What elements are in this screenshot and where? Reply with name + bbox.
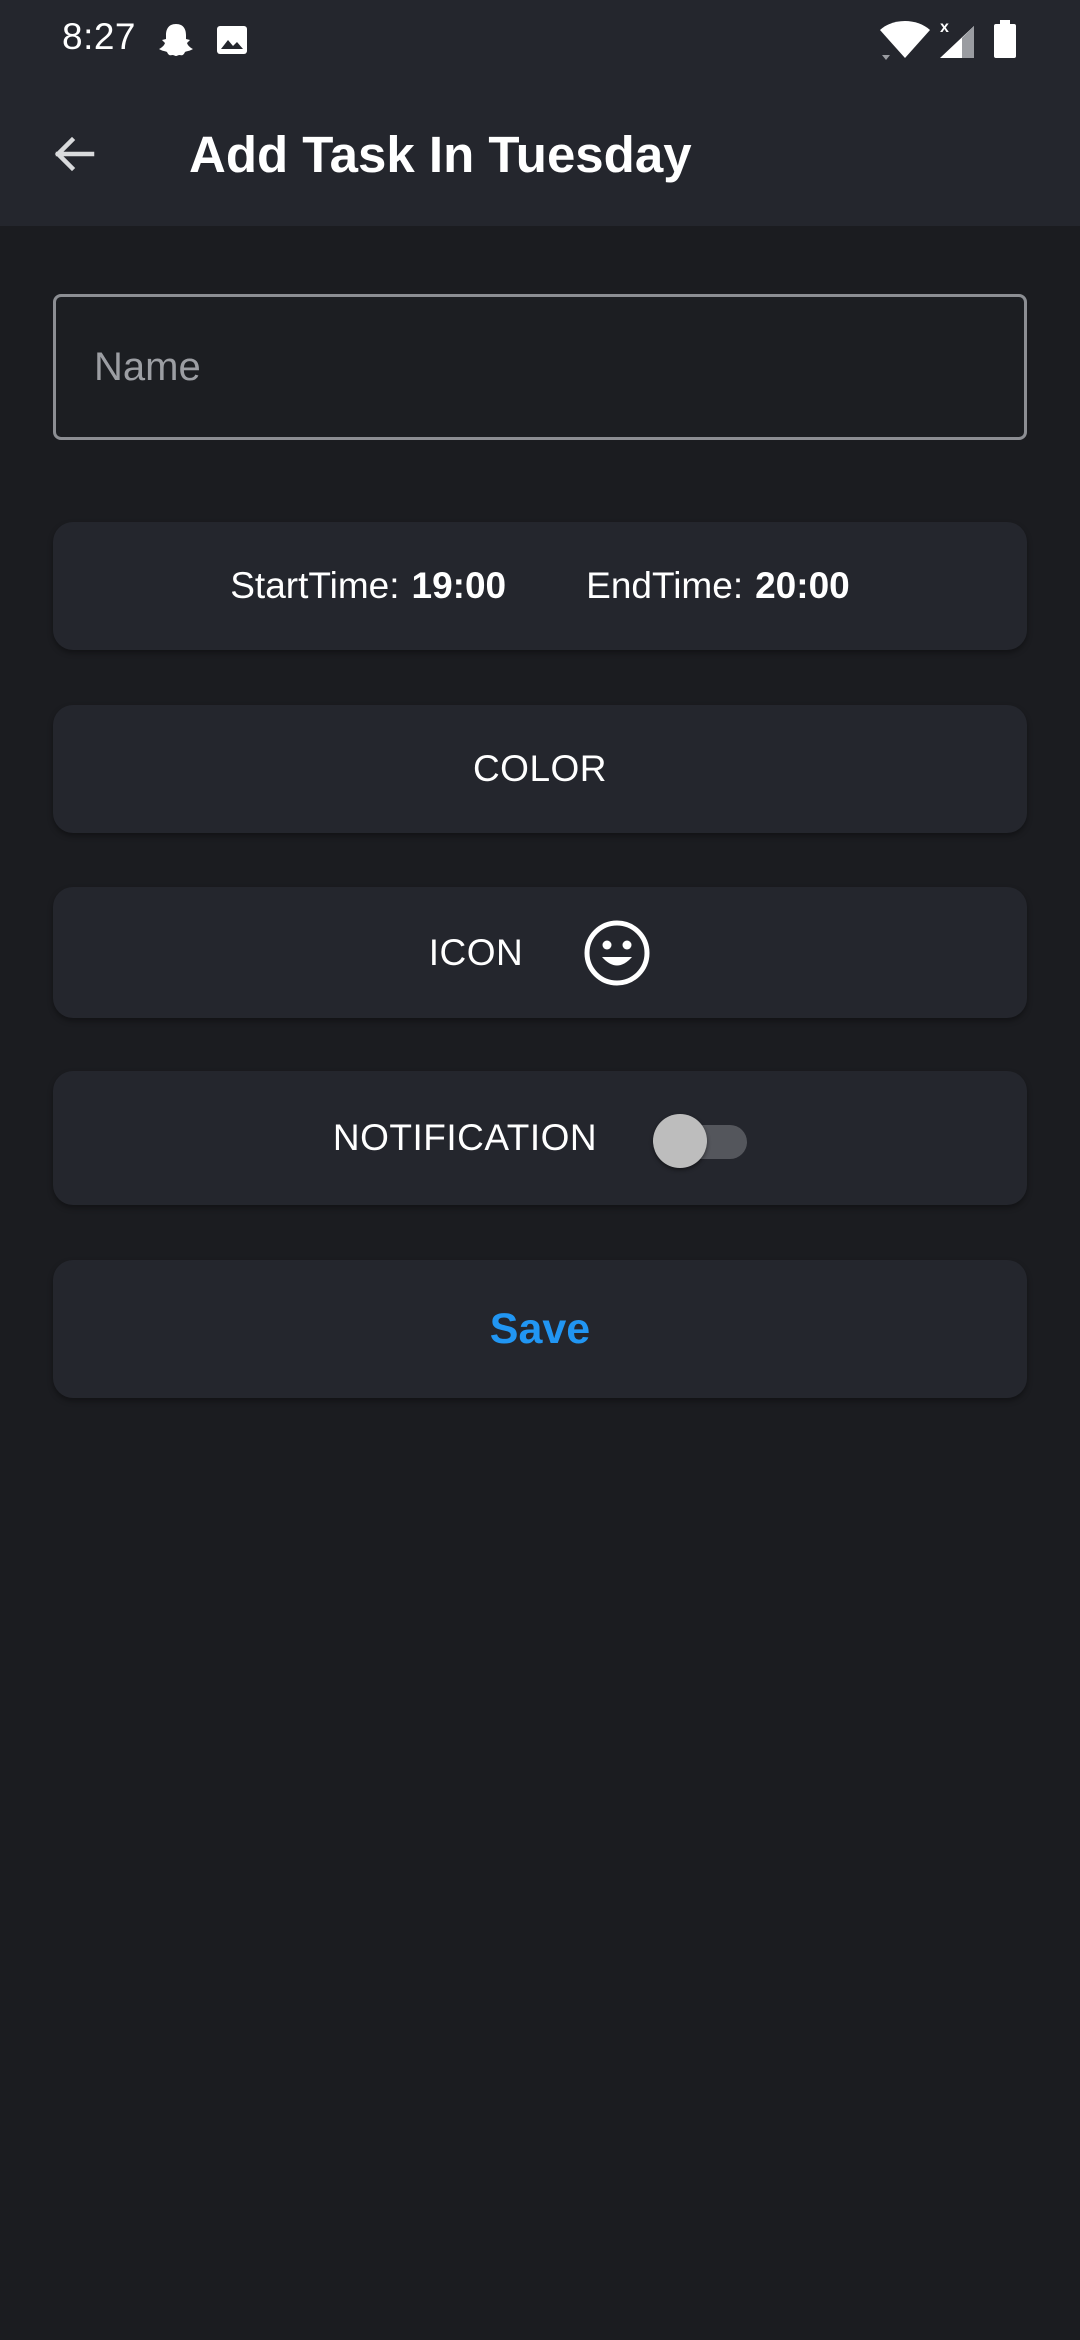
- notification-row: NOTIFICATION: [53, 1071, 1027, 1205]
- save-button-label: Save: [489, 1304, 591, 1353]
- notification-toggle[interactable]: [653, 1110, 748, 1168]
- app-bar: Add Task In Tuesday: [0, 80, 1080, 226]
- snapchat-ghost-icon: [156, 20, 196, 60]
- name-input[interactable]: [53, 294, 1027, 440]
- arrow-back-icon: [54, 136, 95, 172]
- color-button-label: COLOR: [472, 748, 608, 789]
- color-button[interactable]: COLOR: [53, 705, 1027, 833]
- end-time-label: EndTime:: [586, 565, 744, 606]
- image-icon: [212, 20, 252, 60]
- page-title: Add Task In Tuesday: [189, 126, 692, 183]
- wifi-icon: [878, 18, 932, 60]
- status-bar: 8:27 x: [0, 0, 1080, 80]
- start-time-button[interactable]: StartTime: 19:00: [230, 565, 506, 607]
- end-time-value: 20:00: [755, 565, 850, 606]
- smiley-face-icon: [584, 920, 650, 985]
- toggle-thumb: [653, 1114, 708, 1168]
- start-time-value: 19:00: [411, 565, 507, 606]
- end-time-button[interactable]: EndTime: 20:00: [586, 565, 850, 607]
- status-time: 8:27: [62, 16, 137, 57]
- icon-button[interactable]: ICON: [53, 887, 1027, 1018]
- svg-text:x: x: [940, 19, 949, 36]
- time-range-card[interactable]: StartTime: 19:00 EndTime: 20:00: [53, 522, 1027, 650]
- notification-label: NOTIFICATION: [332, 1117, 598, 1158]
- icon-button-label: ICON: [428, 931, 524, 973]
- back-button[interactable]: [36, 116, 112, 192]
- cellular-signal-icon: x: [936, 18, 976, 60]
- start-time-label: StartTime:: [230, 565, 400, 606]
- save-button[interactable]: Save: [53, 1260, 1027, 1398]
- battery-icon: [992, 18, 1018, 60]
